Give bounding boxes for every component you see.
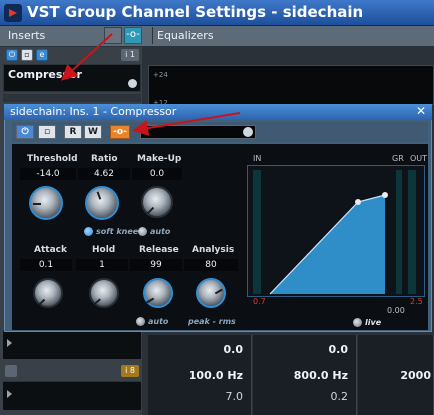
arrow-to-compressor-slot [61,33,113,81]
arrow-to-sidechain-button [132,112,241,136]
annotation-arrows [61,33,241,136]
